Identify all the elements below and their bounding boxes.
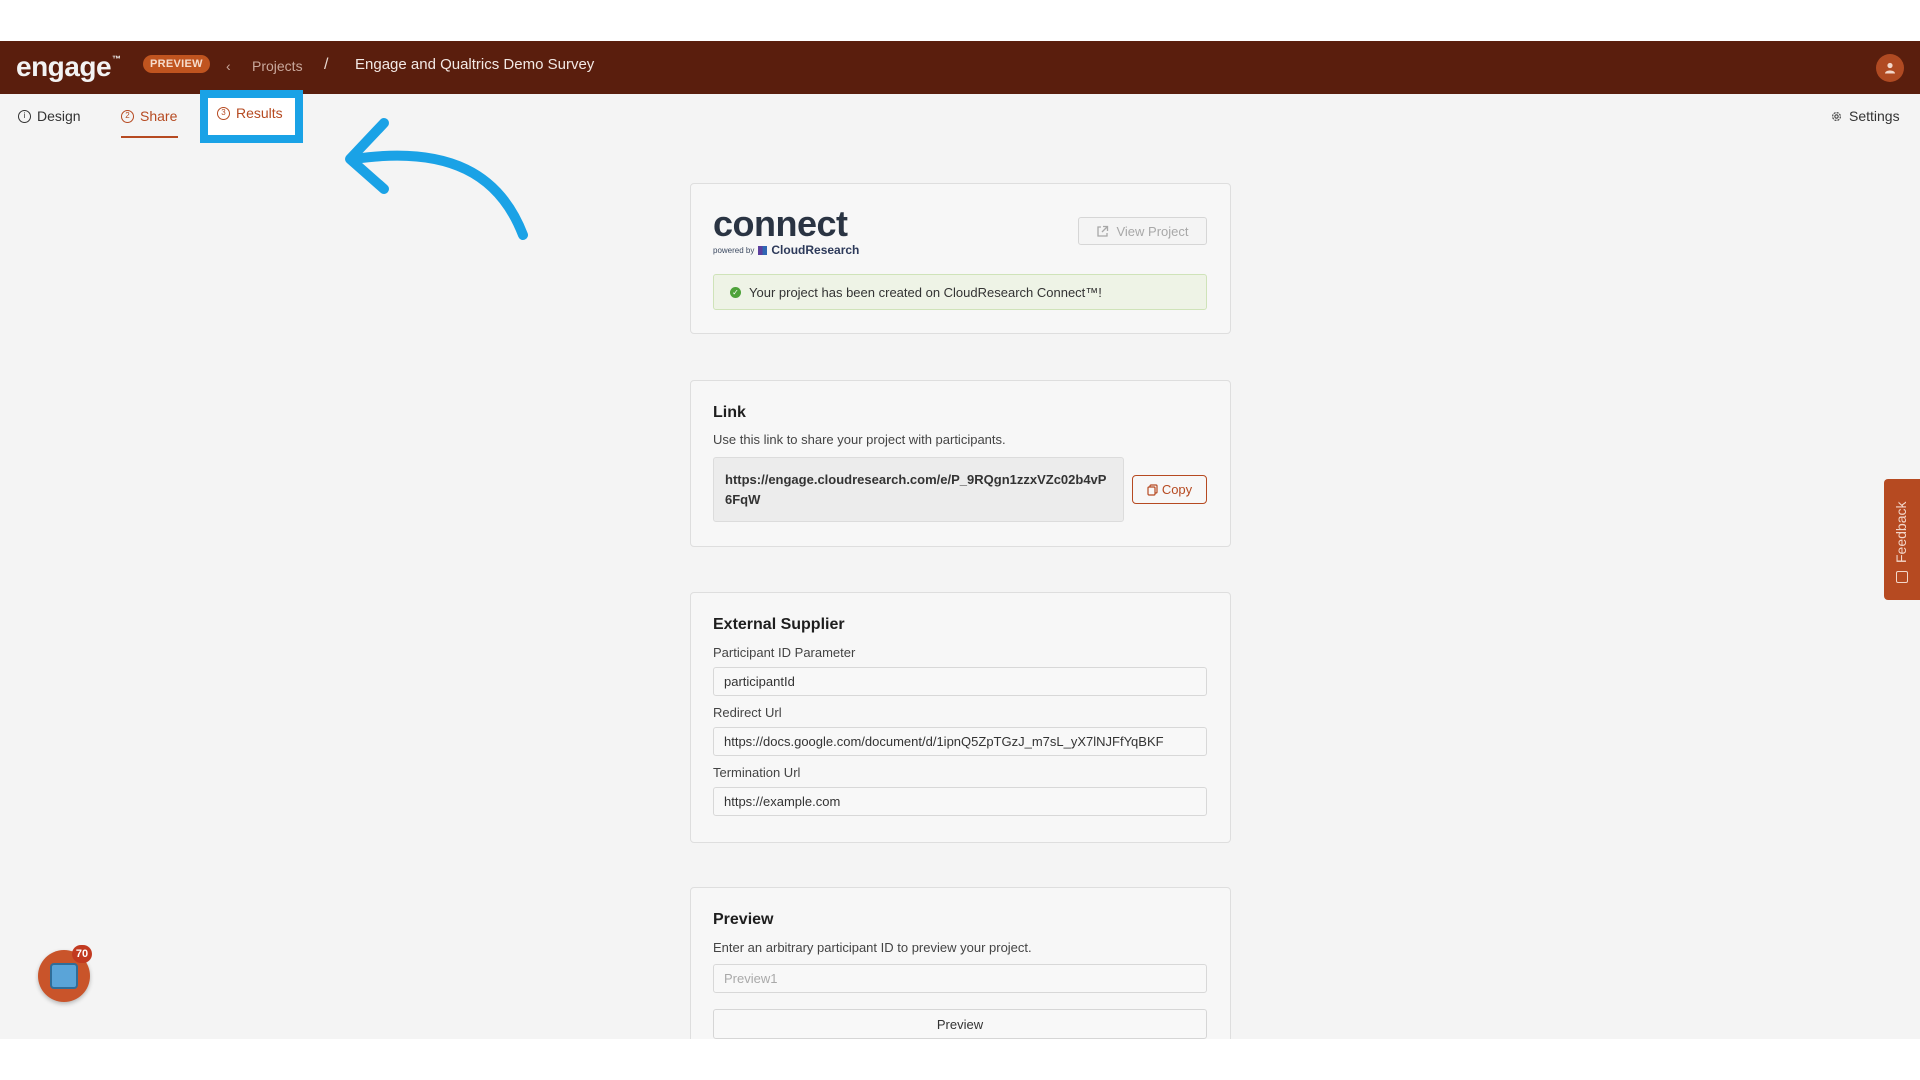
user-avatar[interactable] — [1876, 54, 1904, 82]
participant-id-label: Participant ID Parameter — [713, 645, 856, 660]
breadcrumb-separator: / — [324, 56, 329, 73]
view-project-label: View Project — [1116, 223, 1189, 239]
chat-icon — [50, 963, 78, 989]
link-title: Link — [713, 404, 746, 421]
redirect-url-input[interactable]: https://docs.google.com/document/d/1ipnQ… — [713, 727, 1207, 756]
user-icon — [1885, 62, 1895, 74]
termination-url-label: Termination Url — [713, 765, 801, 780]
view-project-button[interactable]: View Project — [1078, 217, 1207, 245]
tab-design-label: Design — [37, 108, 81, 124]
top-bar: engage ™ PREVIEW ‹ Projects / Engage and… — [0, 41, 1920, 94]
powered-by-text: powered by — [713, 245, 755, 255]
info-icon: i — [18, 109, 31, 123]
check-circle-icon: ✓ — [730, 286, 741, 298]
link-card: Link Use this link to share your project… — [690, 380, 1231, 547]
project-title: Engage and Qualtrics Demo Survey — [355, 56, 595, 73]
preview-id-input[interactable]: Preview1 — [713, 964, 1207, 993]
share-icon: 2 — [121, 109, 134, 123]
results-icon: 3 — [217, 106, 230, 120]
connect-logo: connect powered by CloudResearch — [713, 203, 883, 258]
external-supplier-card: External Supplier Participant ID Paramet… — [690, 592, 1231, 843]
participant-id-input[interactable]: participantId — [713, 667, 1207, 696]
copy-label: Copy — [1161, 482, 1193, 497]
success-message: Your project has been created on CloudRe… — [749, 284, 1102, 300]
gear-icon — [1831, 111, 1842, 121]
termination-url-input[interactable]: https://example.com — [713, 787, 1207, 816]
external-link-icon — [1097, 225, 1109, 237]
app-window: engage ™ PREVIEW ‹ Projects / Engage and… — [0, 41, 1920, 1039]
connect-card: connect powered by CloudResearch View Pr… — [690, 183, 1231, 334]
feedback-tab[interactable]: Feedback — [1884, 479, 1920, 600]
copy-button[interactable]: Copy — [1132, 475, 1207, 504]
tab-settings[interactable]: Settings — [1830, 107, 1900, 125]
preview-description: Enter an arbitrary participant ID to pre… — [713, 940, 1032, 955]
breadcrumb-projects[interactable]: Projects — [252, 58, 303, 74]
feedback-icon — [1896, 571, 1908, 583]
back-chevron-icon[interactable]: ‹ — [226, 58, 231, 74]
copy-icon — [1147, 483, 1158, 496]
chat-notification-badge: 70 — [72, 945, 92, 963]
engage-logo[interactable]: engage ™ — [16, 51, 121, 83]
logo-text: engage — [16, 51, 112, 82]
supplier-title: External Supplier — [713, 616, 845, 633]
feedback-label: Feedback — [1893, 501, 1909, 563]
logo-trademark: ™ — [112, 54, 121, 64]
tab-settings-label: Settings — [1849, 108, 1900, 124]
pointer-arrow-icon — [345, 118, 528, 240]
redirect-url-label: Redirect Url — [713, 705, 782, 720]
cloudresearch-mark-icon — [758, 245, 768, 255]
tab-share[interactable]: 2 Share — [121, 107, 177, 125]
preview-title: Preview — [713, 911, 774, 928]
link-description: Use this link to share your project with… — [713, 432, 1006, 447]
connect-logo-word: connect — [713, 203, 848, 244]
tab-results-label: Results — [236, 105, 283, 121]
preview-button[interactable]: Preview — [713, 1009, 1207, 1039]
share-link-field[interactable]: https://engage.cloudresearch.com/e/P_9RQ… — [713, 457, 1124, 522]
connect-logo-subline: powered by CloudResearch — [713, 243, 883, 257]
tab-share-label: Share — [140, 108, 178, 124]
preview-badge: PREVIEW — [143, 55, 210, 73]
tab-design[interactable]: i Design — [18, 107, 81, 125]
active-tab-indicator — [121, 136, 178, 138]
cloudresearch-brand: CloudResearch — [771, 243, 860, 257]
success-alert: ✓ Your project has been created on Cloud… — [713, 274, 1207, 310]
preview-card: Preview Enter an arbitrary participant I… — [690, 887, 1231, 1039]
tab-results[interactable]: 3 Results — [217, 105, 283, 121]
